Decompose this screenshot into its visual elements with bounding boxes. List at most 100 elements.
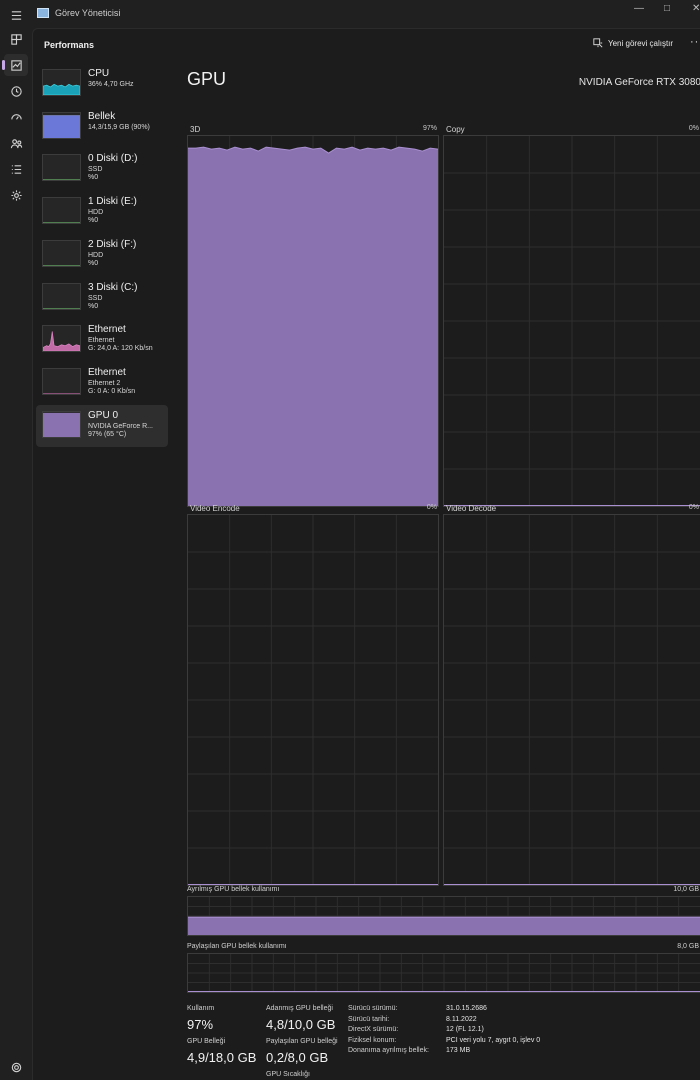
sidebar-item-name: Ethernet [88, 324, 126, 336]
sidebar-item-detail-1: 14,3/15,9 GB (90%) [88, 123, 150, 131]
sidebar-item-ethernet2[interactable]: Ethernet Ethernet 2 G: 0 A: 0 Kb/sn [36, 362, 168, 404]
engine-graph-video-encode[interactable]: Video Encode 0% [187, 504, 439, 886]
dedicated_mem-bar [187, 896, 700, 936]
sidebar-item-disk[interactable]: 2 Diski (F:) HDD %0 [36, 234, 168, 276]
cpu-thumbnail-svg [43, 83, 80, 95]
main-panel: Performans Yeni görevi çalıştır ··· CPU 3… [32, 28, 700, 1080]
sidebar-item-detail-1: SSD [88, 166, 103, 174]
info-label: Sürücü tarihi: [348, 1015, 390, 1023]
memory-thumbnail-graph [42, 111, 81, 139]
sidebar-item-name: 0 Diski (D:) [88, 153, 138, 165]
info-label: Fiziksel konum: [348, 1036, 397, 1044]
engine-percent-scale: 97% [422, 125, 437, 132]
engine-plot-area [187, 135, 439, 507]
sidebar-item-detail-1: Ethernet 2 [88, 379, 121, 387]
settings-icon[interactable] [4, 1056, 28, 1078]
performance-icon[interactable] [2, 54, 28, 76]
sidebar-item-detail-2: %0 [88, 217, 99, 225]
sidebar-item-detail-2: %0 [88, 174, 99, 182]
menu-icon[interactable] [4, 4, 28, 26]
disk-thumbnail-svg [43, 307, 80, 309]
sidebar-item-detail-2: %0 [88, 259, 99, 267]
ethernet-thumbnail-graph [42, 325, 81, 353]
gpu-memory-label: GPU Belleği [187, 1038, 226, 1045]
run-new-task-label: Yeni görevi çalıştır [608, 38, 674, 48]
title-bar: Görev Yöneticisi — □ ✕ [0, 0, 700, 28]
run-task-icon [593, 38, 603, 48]
sidebar-item-cpu[interactable]: CPU 36% 4,70 GHz [36, 63, 168, 105]
engine-plot-area [443, 514, 700, 886]
dedicated_mem-max: 10,0 GB [673, 886, 699, 893]
gpu-heading: GPU [187, 69, 227, 89]
navigation-rail [0, 0, 32, 1080]
engine-percent-scale: 0% [426, 504, 437, 511]
disk-thumbnail-graph [42, 154, 81, 182]
gpu-temperature-label: GPU Sıcaklığı [266, 1071, 310, 1078]
engine-percent-scale: 0% [688, 125, 699, 132]
sidebar-item-disk[interactable]: 0 Diski (D:) SSD %0 [36, 148, 168, 190]
info-label: DirectX sürümü: [348, 1026, 399, 1033]
info-value: 8.11.2022 [446, 1015, 477, 1023]
sidebar-item-name: CPU [88, 68, 110, 79]
ethernet-thumbnail-svg [43, 331, 80, 352]
shared-memory-label: Paylaşılan GPU belleği [266, 1038, 338, 1045]
sidebar-item-disk[interactable]: 3 Diski (C:) SSD %0 [36, 277, 168, 319]
disk-thumbnail-graph [42, 197, 81, 225]
sidebar-item-name: Ethernet [88, 366, 126, 378]
sidebar-item-disk[interactable]: 1 Diski (E:) HDD %0 [36, 191, 168, 233]
shared-memory-value: 0,2/8,0 GB [266, 1050, 329, 1065]
gpu-thumbnail-graph [42, 410, 81, 438]
sidebar-item-detail-1: SSD [88, 294, 103, 302]
sidebar-item-memory[interactable]: Bellek 14,3/15,9 GB (90%) [36, 106, 168, 148]
sidebar-item-detail-2: G: 24,0 A: 120 Kb/sn [88, 345, 153, 353]
gpu-thumbnail-svg [43, 412, 80, 437]
info-value: PCI veri yolu 7, aygıt 0, işlev 0 [446, 1036, 541, 1044]
app-history-icon[interactable] [4, 80, 28, 102]
engine-graph-3d[interactable]: 3D 97% [187, 125, 439, 507]
info-value: 12 (FL 12.1) [446, 1026, 484, 1033]
ethernet2-thumbnail-svg [43, 393, 80, 394]
engine-graph-copy[interactable]: Copy 0% [443, 125, 700, 507]
engine-label: Copy [446, 125, 465, 134]
shared_mem-max: 8,0 GB [677, 943, 699, 950]
sidebar-item-gpu[interactable]: GPU 0 NVIDIA GeForce R... 97% (65 °C) [36, 404, 168, 447]
sidebar-item-name: 1 Diski (E:) [88, 196, 137, 208]
sidebar-item-name: 2 Diski (F:) [88, 238, 137, 250]
task-manager-app-icon [37, 8, 49, 18]
run-new-task-button[interactable]: Yeni görevi çalıştır [593, 38, 673, 48]
sidebar-item-name: Bellek [88, 110, 116, 122]
engine-graph-video-decode[interactable]: Video Decode 0% [443, 504, 700, 886]
engine-usage-area [188, 147, 438, 506]
sidebar-item-detail-1: HDD [88, 251, 104, 259]
details-icon[interactable] [4, 158, 28, 180]
processes-icon[interactable] [4, 28, 28, 50]
dedicated-memory-value: 4,8/10,0 GB [266, 1017, 336, 1032]
maximize-button[interactable]: □ [664, 3, 670, 14]
close-button[interactable]: ✕ [692, 3, 700, 14]
sidebar-item-ethernet[interactable]: Ethernet Ethernet G: 24,0 A: 120 Kb/sn [36, 319, 168, 361]
sidebar-item-name: 3 Diski (C:) [88, 281, 138, 293]
page-header: Performans Yeni görevi çalıştır ··· [33, 29, 700, 59]
engine-plot-area [443, 135, 700, 507]
more-options-button[interactable]: ··· [690, 36, 700, 48]
engine-percent-scale: 0% [688, 504, 699, 511]
memory-thumbnail-svg [43, 115, 80, 138]
startup-icon[interactable] [4, 106, 28, 128]
info-value: 173 MB [446, 1047, 471, 1054]
ethernet2-thumbnail-graph [42, 367, 81, 395]
engine-plot-area [187, 514, 439, 886]
shared_mem-bar [187, 953, 700, 993]
info-value: 31.0.15.2686 [446, 1005, 487, 1012]
info-label: Sürücü sürümü: [348, 1005, 398, 1012]
gpu-model-name: NVIDIA GeForce RTX 3080 [578, 77, 700, 88]
sidebar-item-detail-1: HDD [88, 209, 104, 217]
disk-thumbnail-graph [42, 239, 81, 267]
gpu-memory-value: 4,9/18,0 GB [187, 1050, 257, 1065]
disk-thumbnail-svg [43, 264, 80, 266]
users-icon[interactable] [4, 132, 28, 154]
cpu-thumbnail-graph [42, 69, 81, 96]
disk-thumbnail-svg [43, 222, 80, 224]
services-icon[interactable] [4, 184, 28, 206]
utilization-label: Kullanım [187, 1005, 215, 1012]
minimize-button[interactable]: — [634, 3, 644, 14]
